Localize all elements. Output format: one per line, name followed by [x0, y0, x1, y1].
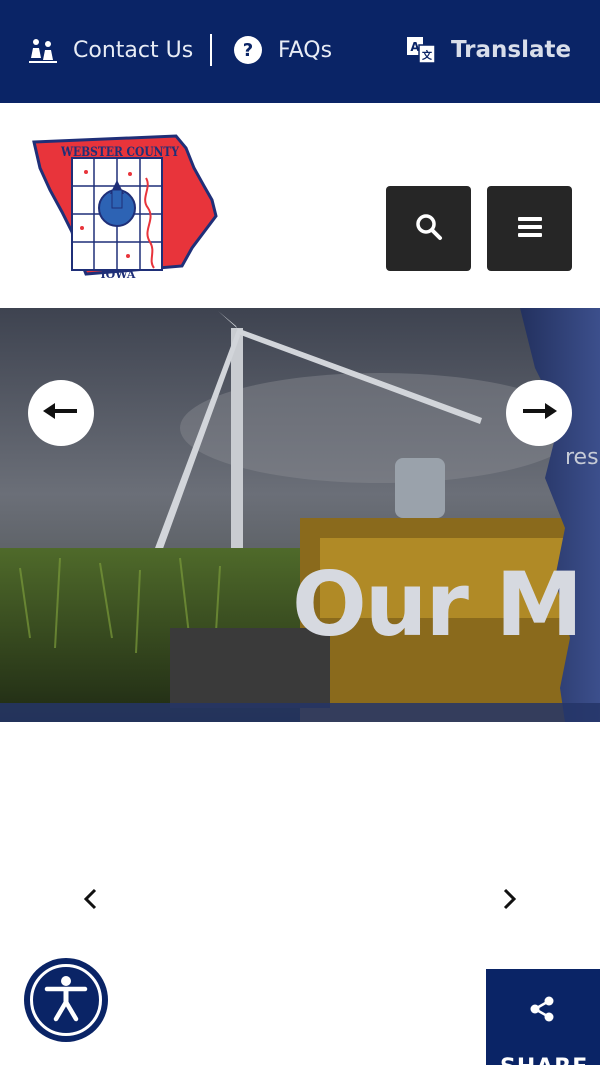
hamburger-icon — [516, 215, 544, 243]
contact-us-label: Contact Us — [73, 37, 194, 63]
translate-icon: A 文 — [405, 34, 437, 66]
people-icon — [27, 34, 59, 66]
chevron-left-icon — [82, 887, 98, 915]
search-icon — [415, 213, 443, 245]
faqs-label: FAQs — [278, 37, 333, 63]
svg-text:文: 文 — [422, 49, 433, 62]
accessibility-button[interactable] — [24, 958, 108, 1042]
topbar-divider — [210, 34, 212, 66]
arrow-left-icon — [43, 401, 79, 425]
logo-text-bottom: IOWA — [101, 268, 136, 281]
arrow-right-icon — [521, 401, 557, 425]
carousel-prev-button[interactable] — [75, 885, 105, 917]
county-logo[interactable]: WEBSTER COUNTY IOWA — [26, 128, 218, 283]
hero-next-button[interactable] — [506, 380, 572, 446]
contact-us-link[interactable]: Contact Us — [27, 30, 193, 70]
site-header: WEBSTER COUNTY IOWA — [0, 103, 600, 308]
chevron-right-icon — [502, 887, 518, 915]
share-button[interactable]: SHARE — [486, 969, 600, 1065]
hero-subtitle: res — [565, 445, 599, 470]
logo-text-top: WEBSTER COUNTY — [60, 145, 179, 160]
top-utility-bar: Contact Us ? FAQs A 文 Translate — [0, 0, 600, 103]
svg-text:?: ? — [243, 40, 253, 61]
accessibility-icon — [44, 974, 88, 1026]
translate-label: Translate — [451, 37, 572, 63]
hero-slider: res Our M — [0, 308, 600, 722]
question-icon: ? — [232, 34, 264, 66]
hero-title: Our M — [292, 553, 583, 656]
faqs-link[interactable]: ? FAQs — [232, 30, 332, 70]
share-label: SHARE — [500, 1055, 588, 1065]
menu-button[interactable] — [487, 186, 572, 271]
share-icon — [528, 995, 556, 1027]
search-button[interactable] — [386, 186, 471, 271]
hero-background-image — [0, 308, 600, 722]
hero-prev-button[interactable] — [28, 380, 94, 446]
carousel-next-button[interactable] — [495, 885, 525, 917]
accessibility-ring — [30, 964, 102, 1036]
translate-button[interactable]: A 文 Translate — [405, 30, 571, 70]
